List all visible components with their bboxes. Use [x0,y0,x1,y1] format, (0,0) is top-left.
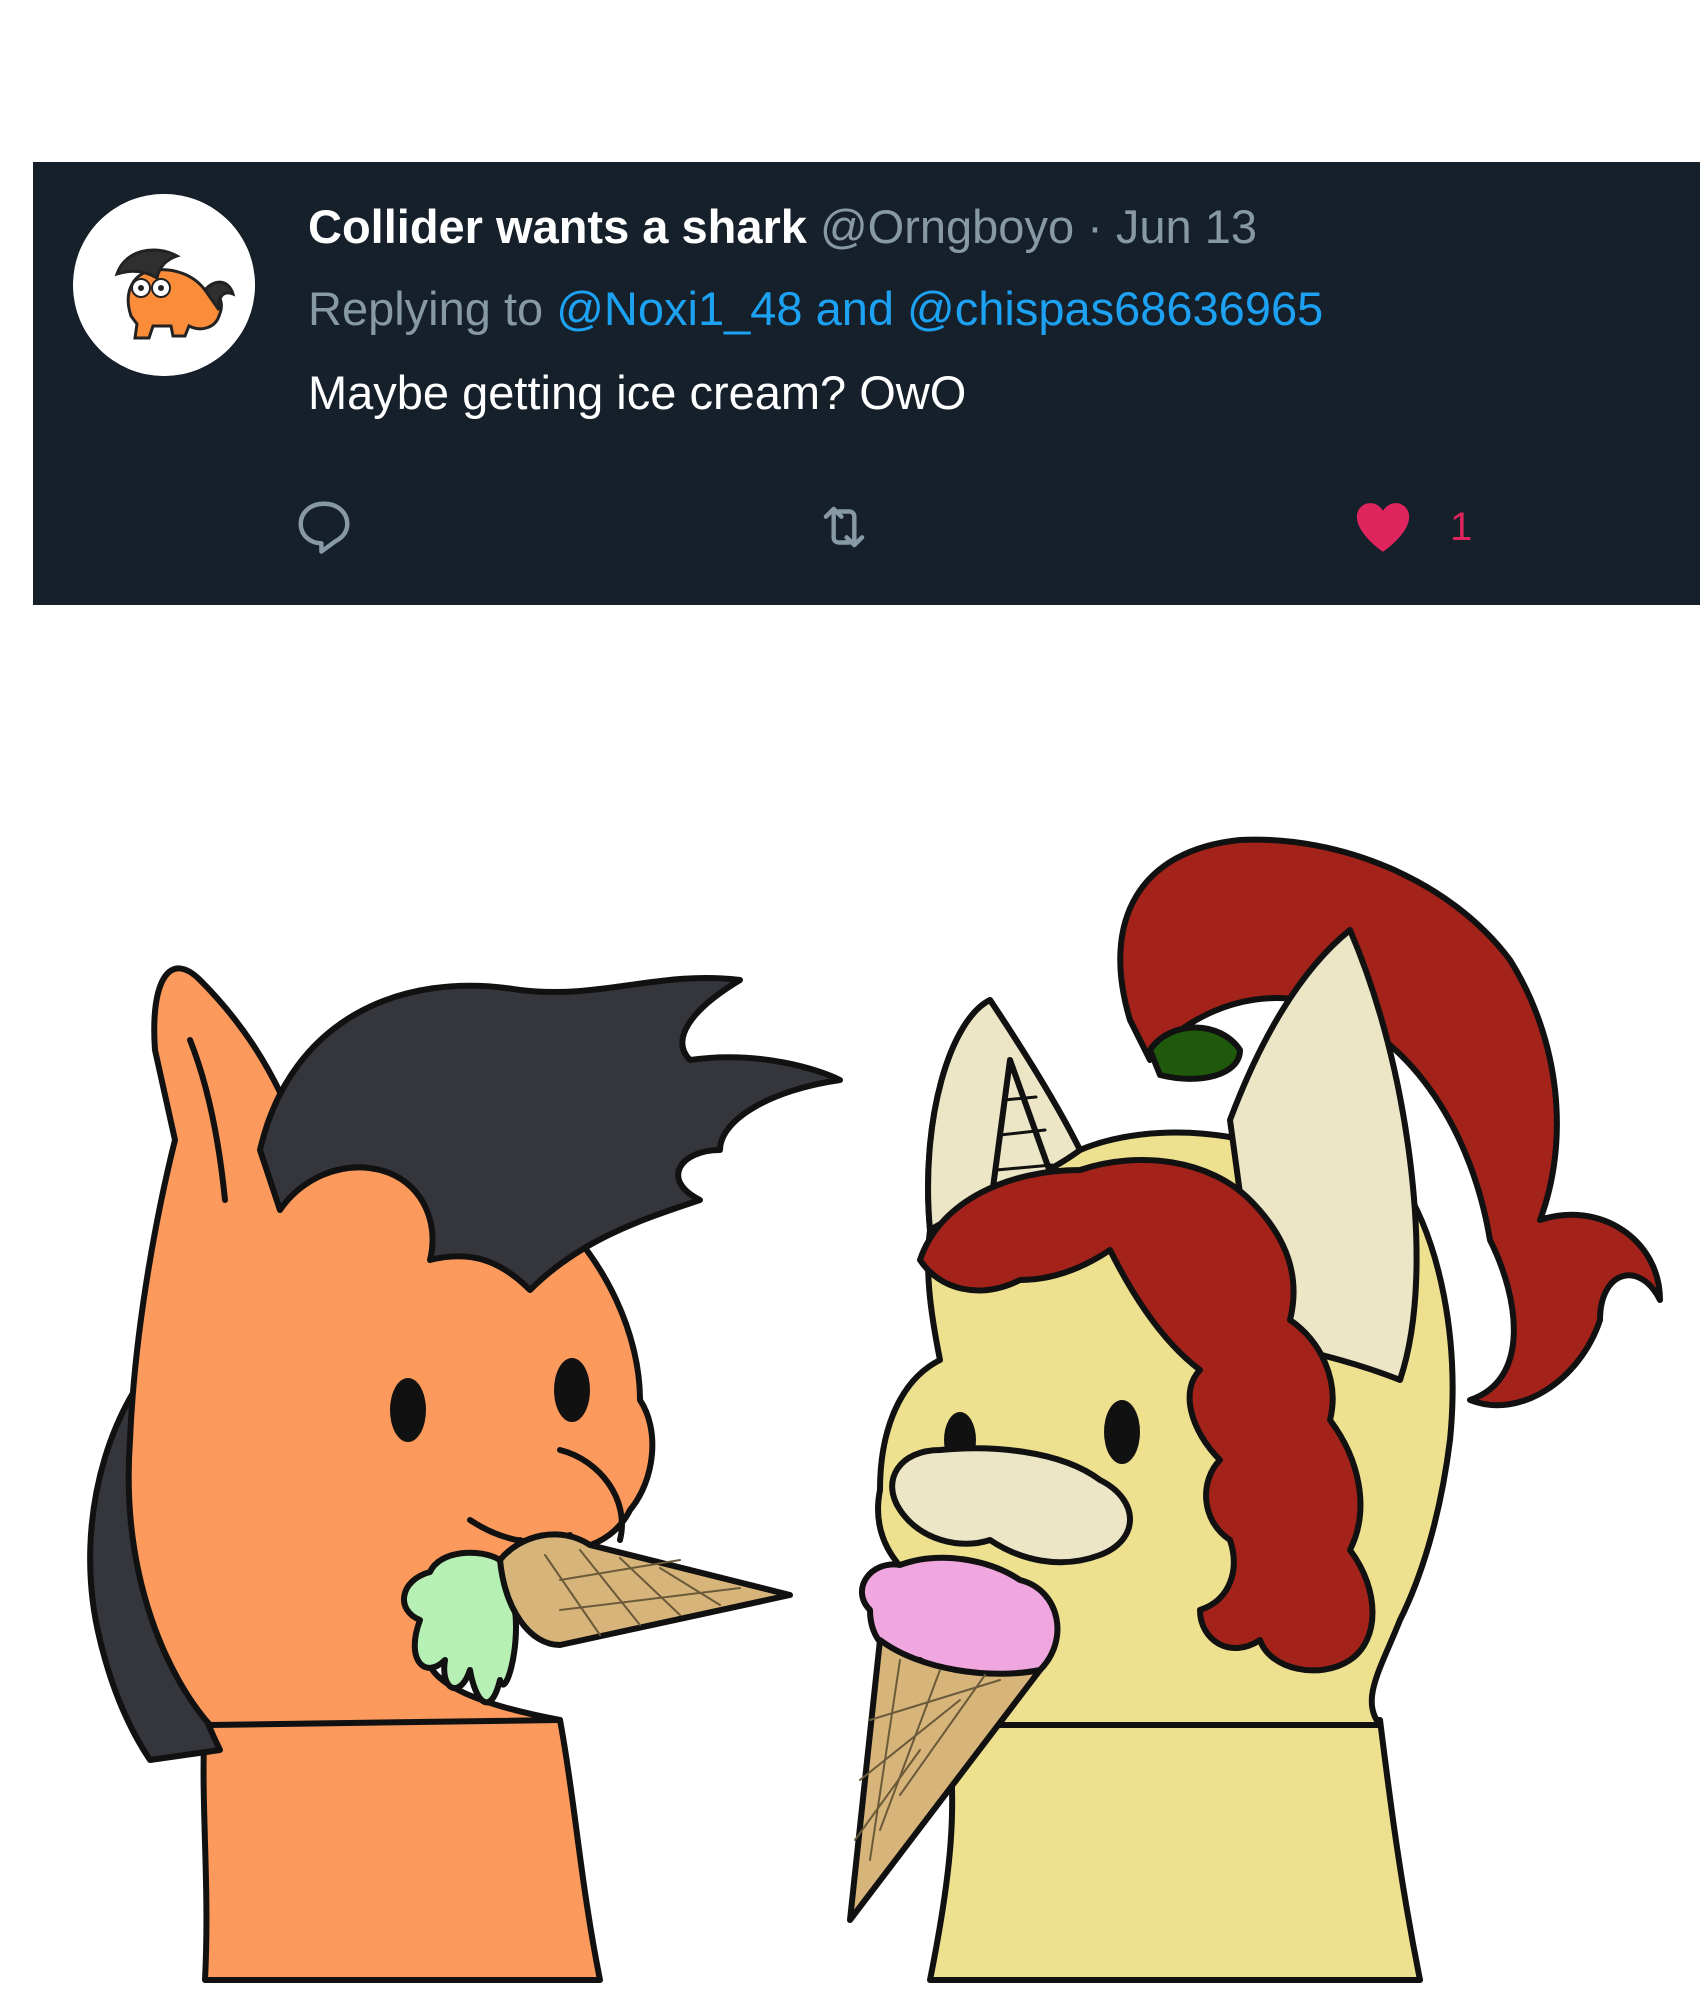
tweet-date[interactable]: Jun 13 [1116,200,1257,253]
tweet-text: Maybe getting ice cream? OwO [308,366,967,419]
replying-to-line: Replying to @Noxi1_48 and @chispas686369… [308,278,1660,340]
cream-pony-hair-tie [1147,1024,1243,1082]
orange-pony-right-eye [554,1358,590,1422]
tweet-actions: 1 [33,492,1700,562]
orange-pony-cone [497,1531,793,1648]
cream-pony-right-eye [1104,1400,1140,1464]
avatar-pony-icon [73,194,255,376]
ponies-ice-cream-artwork [0,820,1700,2000]
heart-icon [1356,503,1410,552]
reply-mention-chispas[interactable]: @chispas68636965 [907,282,1323,335]
user-handle[interactable]: @Orngboyo [820,200,1074,253]
orange-pony-left-eye [390,1378,426,1442]
retweet-icon [823,506,865,548]
display-name[interactable]: Collider wants a shark [308,200,807,253]
like-count: 1 [1450,504,1473,549]
reply-button[interactable] [293,492,355,562]
user-avatar[interactable] [73,194,255,376]
like-button[interactable]: 1 [1350,492,1472,562]
replying-to-label: Replying to [308,282,544,335]
reply-joiner[interactable]: and [816,282,894,335]
tweet-header: Collider wants a shark @Orngboyo · Jun 1… [308,196,1660,258]
tweet-card[interactable]: Collider wants a shark @Orngboyo · Jun 1… [33,162,1700,605]
tweet-body: Collider wants a shark @Orngboyo · Jun 1… [308,196,1660,424]
orange-pony-neck [200,1717,603,1983]
cream-pony-neck [927,1717,1423,1983]
header-separator: · [1087,200,1103,253]
reply-icon [298,501,350,554]
reply-mention-noxi[interactable]: @Noxi1_48 [556,282,802,335]
ponies-illustration [87,836,1663,1983]
retweet-button[interactable] [813,492,875,562]
